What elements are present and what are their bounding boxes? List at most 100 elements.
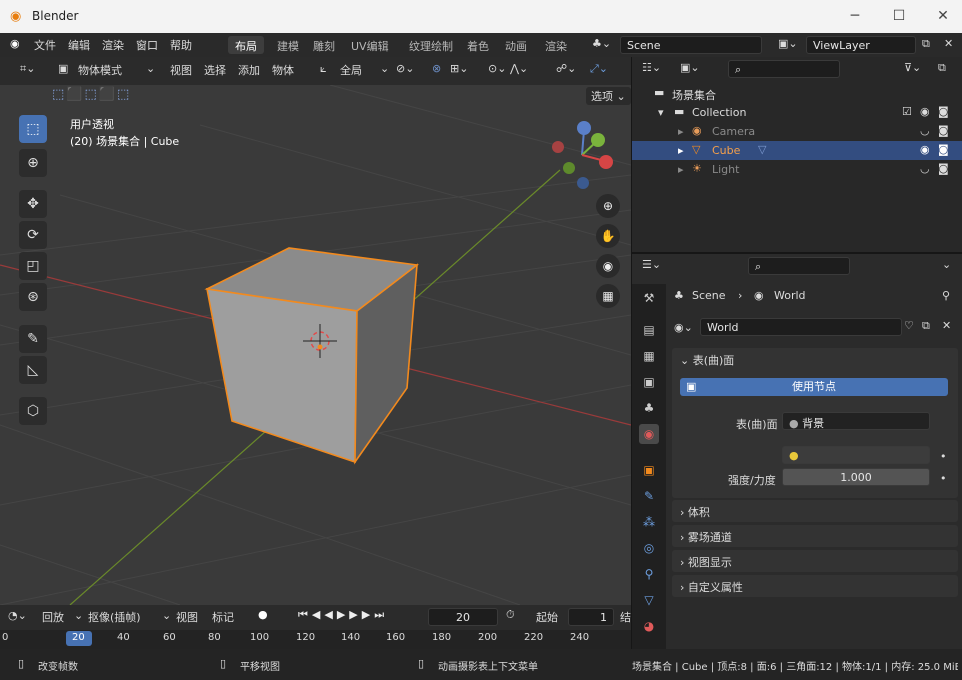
expand-arrow-icon[interactable]: ▸ [678,163,684,176]
start-frame-field[interactable]: 1 [568,608,614,626]
custom-properties-panel[interactable]: › 自定义属性 [672,575,958,597]
workspace-tab-layout[interactable]: 布局 [228,36,264,54]
minimize-button[interactable]: ─ [840,6,870,26]
falloff-icon[interactable]: ⋀⌄ [510,62,528,75]
snap-icon[interactable]: ⊗ [432,62,441,75]
menu-help[interactable]: 帮助 [170,37,192,53]
select-box-tool-icon[interactable]: ⬚ [19,115,47,143]
scene-tab-icon[interactable]: ♣ [639,398,659,418]
properties-editor-type-icon[interactable]: ☰⌄ [642,258,661,271]
playback-menu[interactable]: 回放 [42,609,64,625]
eye-hidden-icon[interactable]: ◡ [920,162,930,175]
world-name-field[interactable]: World [700,318,902,336]
proportional-edit-icon[interactable]: ⊙⌄ [488,62,506,75]
fake-user-icon[interactable]: ♡ [904,319,914,332]
keyframe-dot-icon[interactable]: • [940,472,947,485]
timeline-view-menu[interactable]: 视图 [176,609,198,625]
expand-arrow-icon[interactable]: ▸ [678,144,684,157]
selection-mode-icons[interactable]: ⬚⬛⬚⬛⬚ [52,87,131,102]
new-view-layer-icon[interactable]: ⧉ [922,37,930,51]
workspace-tab-uv[interactable]: UV编辑 [344,36,396,54]
pin-icon[interactable]: ⚲ [942,289,950,302]
visibility-icon[interactable]: ☍⌄ [556,62,576,75]
gizmo-icon[interactable]: ⤢⌄ [590,62,608,76]
workspace-tab-shading[interactable]: 着色 [460,36,496,54]
cursor-tool-icon[interactable]: ⊕ [19,149,47,177]
output-tab-icon[interactable]: ▦ [639,346,659,366]
new-collection-icon[interactable]: ⧉ [938,61,946,75]
close-button[interactable]: ✕ [928,6,958,26]
particles-tab-icon[interactable]: ⁂ [639,512,659,532]
keyframe-dot-icon[interactable]: • [940,450,947,463]
measure-tool-icon[interactable]: ◺ [19,356,47,384]
breadcrumb-world[interactable]: World [774,289,806,302]
render-tab-icon[interactable]: ▤ [639,320,659,340]
viewport-menu-object[interactable]: 物体 [272,62,294,78]
surface-panel-header[interactable]: 表(曲)面 [693,354,735,367]
data-tab-icon[interactable]: ▽ [639,590,659,610]
viewport-menu-add[interactable]: 添加 [238,62,260,78]
outliner-row-scene-collection[interactable]: ▬ 场景集合 [632,84,962,103]
panel-toggle-icon[interactable]: ⌄ [680,354,693,367]
blender-menu-icon[interactable]: ◉ [10,37,20,50]
menu-render[interactable]: 渲染 [102,37,124,53]
properties-search-input[interactable]: ⌕ [748,257,850,275]
workspace-tab-rendering[interactable]: 渲染 [538,36,574,54]
scene-selector-icon[interactable]: ♣⌄ [592,37,611,50]
keying-menu[interactable]: 抠像(插帧) [88,609,141,625]
viewport-display-panel[interactable]: › 视图显示 [672,550,958,572]
menu-edit[interactable]: 编辑 [68,37,90,53]
viewport-menu-select[interactable]: 选择 [204,62,226,78]
viewport-options-dropdown[interactable]: 选项 ⌄ [586,87,631,105]
transform-tool-icon[interactable]: ⊛ [19,283,47,311]
scale-tool-icon[interactable]: ◰ [19,252,47,280]
mist-pass-panel[interactable]: › 雾场通道 [672,525,958,547]
cube-object[interactable] [204,247,420,465]
annotate-tool-icon[interactable]: ✎ [19,325,47,353]
expand-arrow-icon[interactable]: ▾ [658,106,664,119]
view-layer-tab-icon[interactable]: ▣ [639,372,659,392]
object-tab-icon[interactable]: ▣ [639,460,659,480]
record-keyframe-icon[interactable]: ● [258,608,268,621]
camera-render-icon[interactable]: ◙ [938,143,949,156]
object-mode-dropdown[interactable]: 物体模式 [78,62,122,78]
camera-view-icon[interactable]: ◉ [596,254,620,278]
duplicate-icon[interactable]: ⧉ [922,319,930,333]
display-mode-icon[interactable]: ▣⌄ [680,61,700,74]
modifier-tab-icon[interactable]: ✎ [639,486,659,506]
zoom-view-icon[interactable]: ⊕ [596,194,620,218]
world-tab-icon[interactable]: ◉ [639,424,659,444]
remove-view-layer-icon[interactable]: ✕ [944,37,953,50]
chevron-down-icon[interactable]: ⌄ [942,258,951,271]
add-cube-tool-icon[interactable]: ⬡ [19,397,47,425]
world-datablock-icon[interactable]: ◉⌄ [674,321,693,334]
tool-tab-icon[interactable]: ⚒ [639,288,659,308]
playback-controls-icons[interactable]: ⏮◀◀▶▶▶⏭ [298,608,388,622]
volume-panel[interactable]: › 体积 [672,500,958,522]
3d-viewport[interactable]: 用户透视 (20) 场景集合 | Cube 选项 ⌄ ⬚⬛⬚⬛⬚ ⬚ ⊕ ✥ ⟳… [0,85,631,605]
camera-render-icon[interactable]: ◙ [938,124,949,137]
physics-tab-icon[interactable]: ◎ [639,538,659,558]
outliner-row-cube[interactable]: ▸ ▽ Cube ▽ ◉ ◙ [632,141,962,160]
filter-icon[interactable]: ⊽⌄ [904,61,921,74]
pivot-point-icon[interactable]: ⊘⌄ [396,62,414,75]
workspace-tab-sculpt[interactable]: 雕刻 [306,36,342,54]
unlink-icon[interactable]: ✕ [942,319,951,332]
timeline-editor-type-icon[interactable]: ◔⌄ [8,609,27,622]
stopwatch-icon[interactable]: ⏱ [506,608,515,622]
checkbox-icon[interactable]: ☑ [902,105,912,118]
view-layer-icon[interactable]: ▣⌄ [778,37,798,50]
color-field[interactable]: ● [782,446,930,464]
outliner-row-collection[interactable]: ▾ ▬ Collection ☑ ◉ ◙ [632,103,962,122]
viewport-menu-view[interactable]: 视图 [170,62,192,78]
strength-field[interactable]: 1.000 [782,468,930,486]
pan-view-icon[interactable]: ✋ [596,224,620,248]
workspace-tab-modeling[interactable]: 建模 [270,36,306,54]
camera-render-icon[interactable]: ◙ [938,162,949,175]
outliner-editor-type-icon[interactable]: ☷⌄ [642,61,661,74]
expand-arrow-icon[interactable]: ▸ [678,125,684,138]
rotate-tool-icon[interactable]: ⟳ [19,221,47,249]
workspace-tab-animation[interactable]: 动画 [498,36,534,54]
menu-window[interactable]: 窗口 [136,37,158,53]
editor-type-icon[interactable]: ⌗⌄ [20,62,35,76]
